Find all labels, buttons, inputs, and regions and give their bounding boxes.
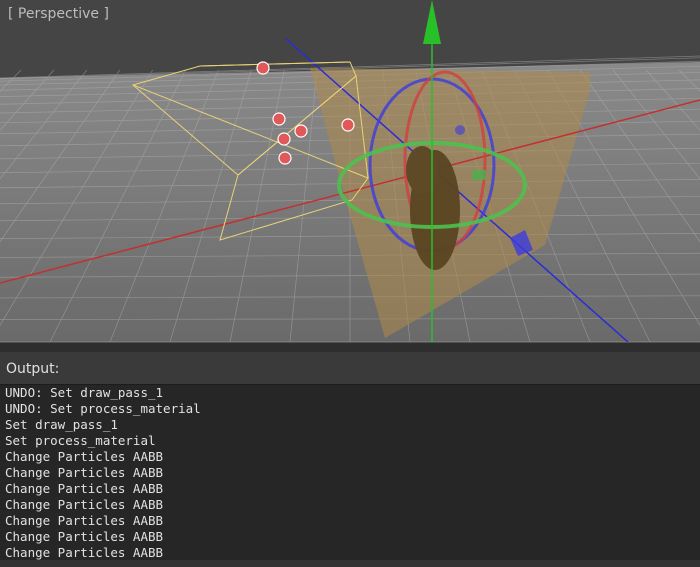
plane-handle-xy[interactable] bbox=[455, 125, 465, 135]
scene-canvas[interactable] bbox=[0, 0, 700, 342]
log-line: Change Particles AABB bbox=[5, 449, 164, 464]
log-line: Set process_material bbox=[5, 433, 156, 448]
3d-viewport[interactable]: [ Perspective ] bbox=[0, 0, 700, 342]
log-line: UNDO: Set process_material bbox=[5, 401, 201, 416]
aabb-handle[interactable] bbox=[277, 132, 291, 146]
bottom-bar bbox=[0, 560, 700, 567]
log-line: Set draw_pass_1 bbox=[5, 417, 118, 432]
output-header: Output: bbox=[0, 352, 700, 384]
panel-splitter[interactable] bbox=[0, 342, 700, 352]
log-line: Change Particles AABB bbox=[5, 465, 164, 480]
aabb-handle[interactable] bbox=[256, 61, 270, 75]
plane-handle-xz[interactable] bbox=[472, 170, 486, 180]
particle-mesh-top bbox=[406, 146, 438, 194]
log-line: Change Particles AABB bbox=[5, 497, 164, 512]
log-line: Change Particles AABB bbox=[5, 513, 164, 528]
aabb-handle[interactable] bbox=[341, 118, 355, 132]
log-line: Change Particles AABB bbox=[5, 481, 164, 496]
aabb-handle[interactable] bbox=[272, 112, 286, 126]
log-line: Change Particles AABB bbox=[5, 545, 164, 560]
aabb-handle[interactable] bbox=[278, 151, 292, 165]
aabb-handle[interactable] bbox=[294, 124, 308, 138]
output-title: Output: bbox=[6, 361, 60, 377]
viewport-perspective-label[interactable]: [ Perspective ] bbox=[8, 6, 109, 22]
log-line: UNDO: Set draw_pass_1 bbox=[5, 385, 164, 400]
log-line: Change Particles AABB bbox=[5, 529, 164, 544]
output-log[interactable]: UNDO: Set draw_pass_1 UNDO: Set process_m… bbox=[0, 384, 700, 561]
